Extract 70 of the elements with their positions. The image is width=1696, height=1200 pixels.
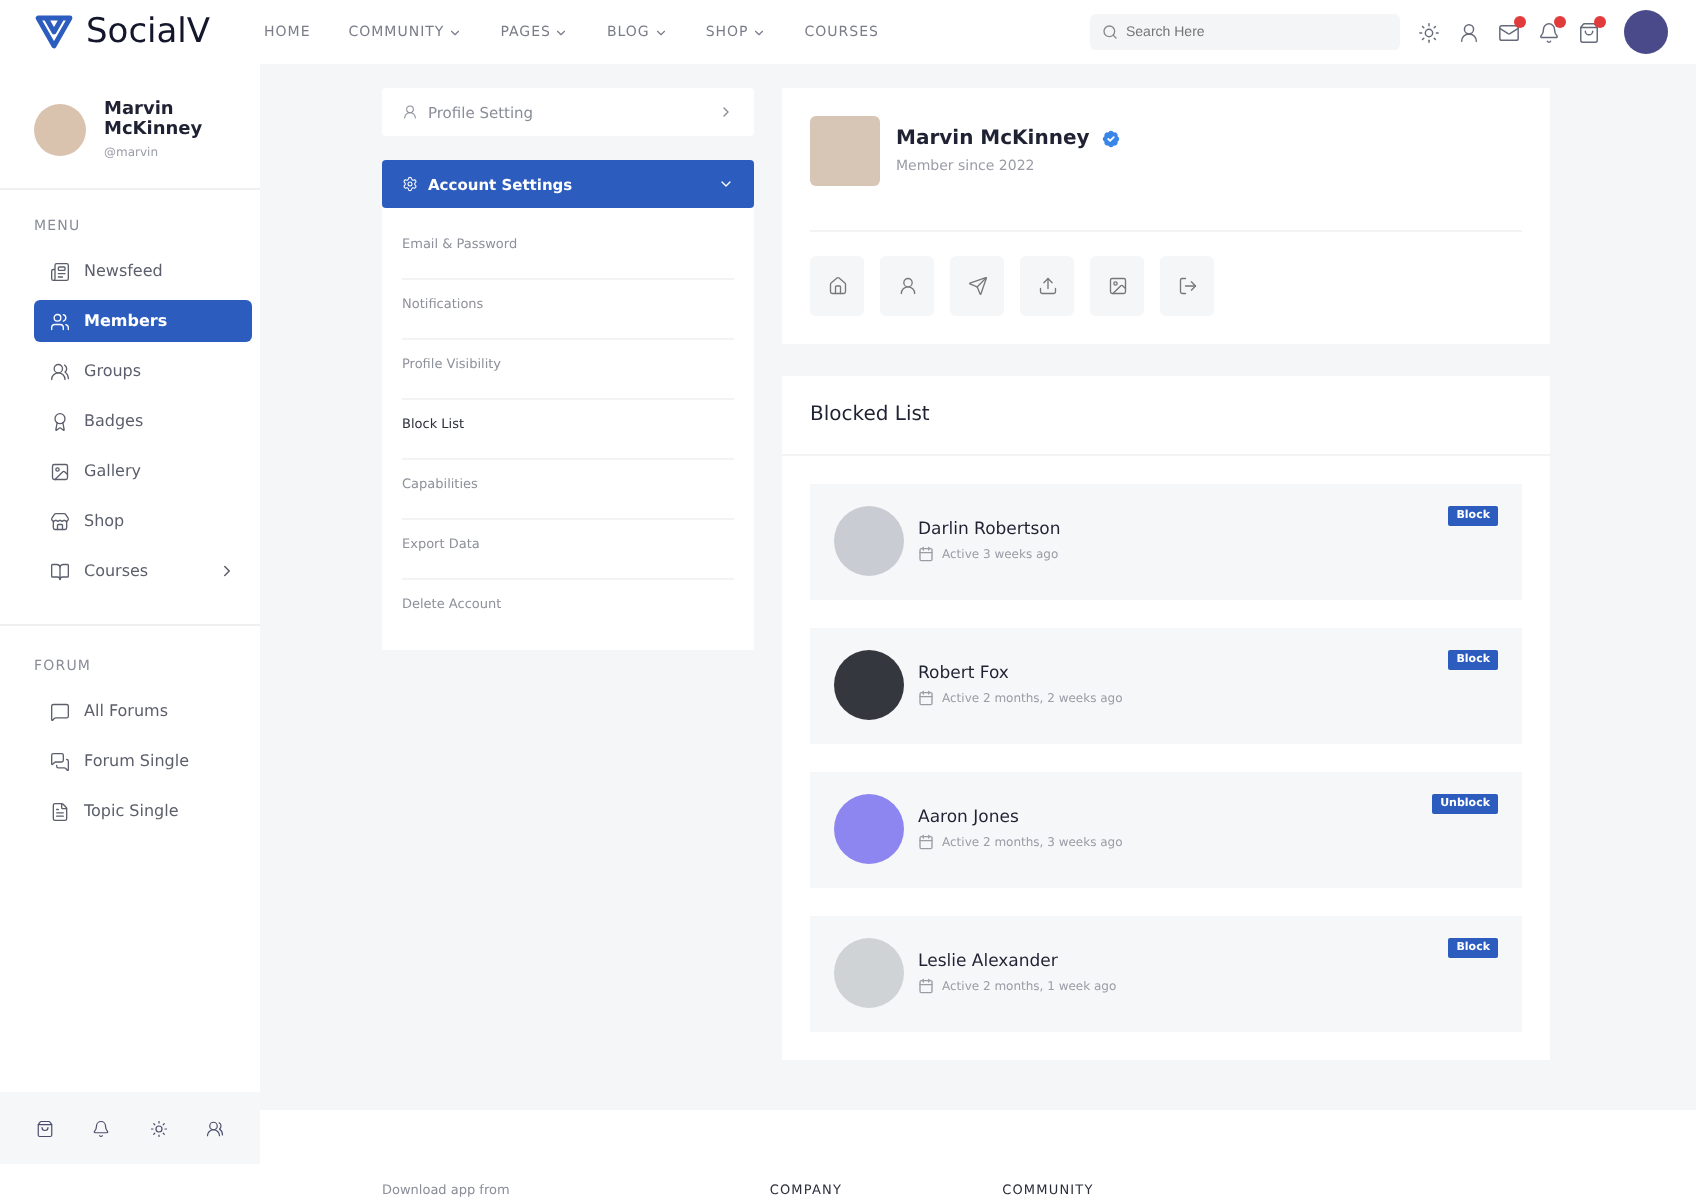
calendar-icon [918,834,934,850]
user-name: Marvin McKinney [104,100,205,140]
group-icon [206,1119,225,1137]
shop-icon [50,511,70,531]
image-button[interactable] [1090,256,1144,316]
image-icon [50,461,70,481]
calendar-icon [918,546,934,562]
send-icon [967,276,987,296]
sidebar-item[interactable]: Members [34,300,252,342]
logout-icon [1177,276,1197,296]
caret-icon [752,25,767,39]
user-name: Aaron Jones [918,808,1021,828]
caret-icon [554,25,569,39]
chevron-icon [218,562,236,580]
notification-dot [1514,15,1526,27]
avatar [34,104,86,156]
doc-icon [50,801,70,821]
card-title: Blocked List [782,404,1550,456]
profile-photo [810,116,880,186]
sidebar-item[interactable]: Newsfeed [34,250,252,292]
logo-icon [34,14,74,50]
sun-icon [149,1119,168,1137]
sidebar-item[interactable]: Shop [34,500,252,542]
upload-icon [1037,276,1057,296]
notification-dot [1594,15,1606,27]
mail-button[interactable] [1498,21,1520,43]
course-icon [50,561,70,581]
chevron-icon [718,104,734,120]
gear-icon [402,176,418,192]
calendar-icon [918,690,934,706]
brand-name: SocialV [86,12,211,52]
forum-icon [50,701,70,721]
sidebar-item[interactable]: Gallery [34,450,252,492]
sidebar-item[interactable]: All Forums [34,690,252,732]
sidebar-item[interactable]: Forum Single [34,740,252,782]
notification-dot [1554,15,1566,27]
chat-icon [50,751,70,771]
sun-icon [1418,21,1440,43]
bag-icon [1578,21,1600,43]
user-button[interactable] [1458,21,1480,43]
caret-icon [653,25,668,39]
bag-button[interactable] [1578,21,1600,43]
user-icon [897,276,917,296]
sidebar-item[interactable]: Courses [34,550,252,592]
mail-icon [1498,21,1520,43]
sidebar-item[interactable]: Badges [34,400,252,442]
chevron-icon [718,176,734,192]
caret-icon [448,25,463,39]
user-name: Robert Fox [918,664,1011,684]
user-name: Leslie Alexander [918,952,1060,972]
profile-name: Marvin McKinney [896,128,1090,150]
avatar[interactable] [1624,10,1668,54]
home-icon [827,276,847,296]
user-icon [402,104,418,120]
home-button[interactable] [810,256,864,316]
bag-icon [35,1119,54,1137]
bell-icon [92,1119,111,1137]
badge-icon [50,411,70,431]
sun-button[interactable] [1418,21,1440,43]
group-icon [50,361,70,381]
user-name: Darlin Robertson [918,520,1061,540]
user-icon [1458,21,1480,43]
users-icon [50,311,70,331]
calendar-icon [918,978,934,994]
image-icon [1107,276,1127,296]
sidebar-item[interactable]: Topic Single [34,790,252,832]
sidebar-item[interactable]: Groups [34,350,252,392]
bell-button[interactable] [1538,21,1560,43]
news-icon [50,261,70,281]
bell-icon [1538,21,1560,43]
